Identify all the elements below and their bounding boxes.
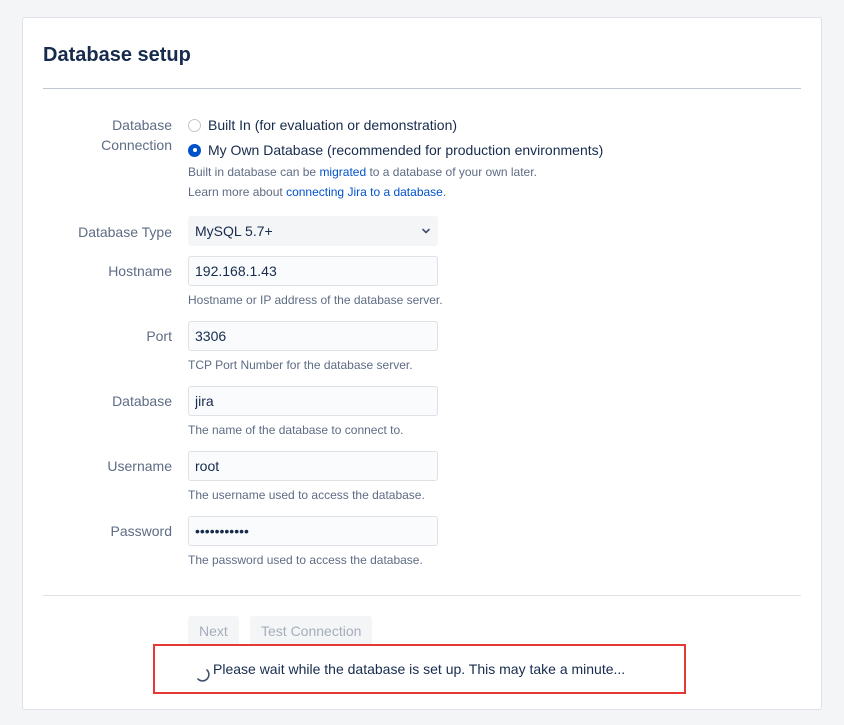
setup-panel: Database setup Database Connection Built…	[22, 17, 822, 710]
page-title: Database setup	[43, 44, 191, 66]
password-label: Password	[110, 523, 172, 539]
hostname-label: Hostname	[108, 263, 172, 279]
help-text: Built in database can be	[188, 165, 320, 179]
radio-own-database-indicator[interactable]	[188, 143, 201, 157]
username-input[interactable]	[188, 451, 438, 481]
title-divider	[43, 88, 801, 89]
port-help: TCP Port Number for the database server.	[188, 358, 413, 372]
radio-own-database-label: My Own Database (recommended for product…	[208, 142, 604, 158]
radio-own-database[interactable]: My Own Database (recommended for product…	[188, 142, 603, 158]
next-button[interactable]: Next	[188, 616, 239, 646]
password-input[interactable]	[188, 516, 438, 546]
label-line-2: Connection	[101, 137, 172, 153]
username-help: The username used to access the database…	[188, 488, 425, 502]
wait-message: Please wait while the database is set up…	[213, 661, 626, 677]
radio-built-in[interactable]: Built In (for evaluation or demonstratio…	[188, 117, 457, 133]
test-connection-button[interactable]: Test Connection	[250, 616, 373, 646]
radio-built-in-indicator[interactable]	[188, 118, 201, 132]
chevron-down-icon	[422, 228, 430, 234]
connection-help-migrate: Built in database can be migrated to a d…	[188, 165, 537, 179]
database-type-value: MySQL 5.7+	[195, 223, 273, 239]
port-label: Port	[146, 328, 172, 344]
connection-help-learn-more: Learn more about connecting Jira to a da…	[188, 185, 446, 199]
username-label: Username	[107, 458, 172, 474]
password-help: The password used to access the database…	[188, 553, 423, 567]
help-text: to a database of your own later.	[366, 165, 537, 179]
connecting-jira-link[interactable]: connecting Jira to a database	[286, 185, 443, 199]
label-line-1: Database	[112, 117, 172, 133]
wait-message-highlight: Please wait while the database is set up…	[153, 644, 686, 694]
database-connection-label: Database Connection	[101, 115, 172, 155]
database-help: The name of the database to connect to.	[188, 423, 404, 437]
database-label: Database	[112, 393, 172, 409]
help-text: .	[442, 185, 447, 199]
radio-built-in-label: Built In (for evaluation or demonstratio…	[208, 117, 458, 133]
port-input[interactable]	[188, 321, 438, 351]
hostname-help: Hostname or IP address of the database s…	[188, 293, 443, 307]
database-type-label: Database Type	[78, 224, 172, 240]
loading-spinner-icon	[197, 669, 210, 682]
database-type-select[interactable]: MySQL 5.7+	[188, 216, 438, 246]
database-input[interactable]	[188, 386, 438, 416]
form-divider	[43, 595, 801, 596]
help-text: Learn more about	[188, 185, 287, 199]
hostname-input[interactable]	[188, 256, 438, 286]
migrated-link[interactable]: migrated	[319, 165, 366, 179]
